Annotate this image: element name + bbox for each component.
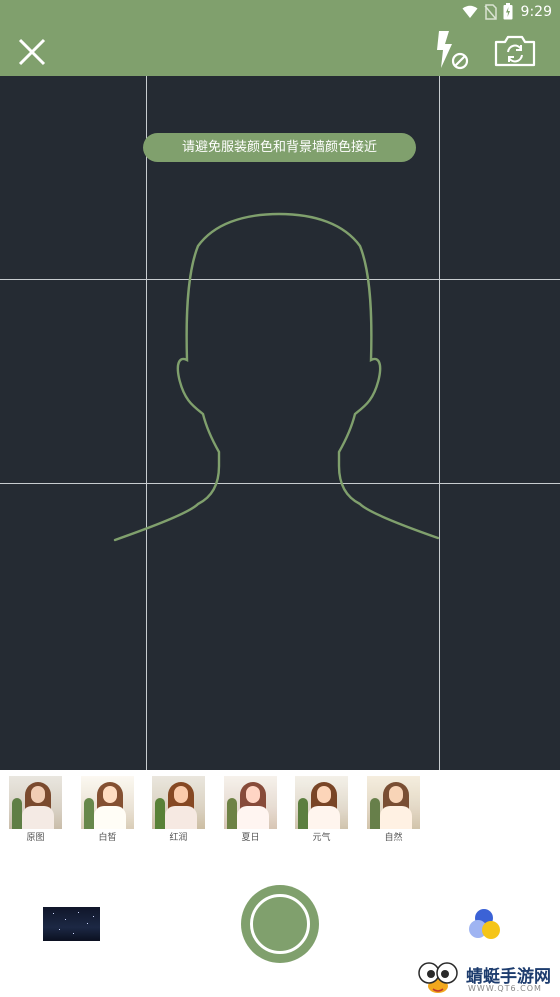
camera-viewfinder[interactable]: 请避免服装颜色和背景墙颜色接近 xyxy=(0,76,560,770)
watermark-url: WWW.QT6.COM xyxy=(468,984,542,993)
shutter-ring xyxy=(250,894,310,954)
camera-controls: 蜻蜓手游网 WWW.QT6.COM xyxy=(0,850,560,997)
status-icons: 9:29 xyxy=(462,3,552,20)
filter-thumbnail xyxy=(152,776,205,829)
filter-label: 白皙 xyxy=(98,833,117,843)
filter-strip: 原图 白皙 红润 夏日 元气 自然 xyxy=(0,770,560,850)
dragonfly-mascot-icon xyxy=(418,962,458,993)
filter-item-fair[interactable]: 白皙 xyxy=(81,776,134,844)
filter-label: 夏日 xyxy=(241,833,260,843)
camera-toolbar xyxy=(0,26,560,76)
watermark-logo: 蜻蜓手游网 WWW.QT6.COM xyxy=(414,960,560,997)
filter-thumbnail xyxy=(224,776,277,829)
flash-off-icon[interactable] xyxy=(428,28,472,72)
battery-icon xyxy=(503,3,513,20)
close-icon[interactable] xyxy=(16,36,48,68)
filter-thumbnail xyxy=(295,776,348,829)
filter-label: 红润 xyxy=(169,833,188,843)
no-sim-icon xyxy=(483,3,497,20)
filter-thumbnail xyxy=(9,776,62,829)
head-outline-guide xyxy=(113,212,440,542)
gallery-thumbnail[interactable] xyxy=(43,907,100,941)
beauty-dots-icon[interactable] xyxy=(468,908,504,942)
filter-thumbnail xyxy=(367,776,420,829)
filter-label: 原图 xyxy=(26,833,45,843)
filter-item-rosy[interactable]: 红润 xyxy=(152,776,205,844)
filter-thumbnail xyxy=(81,776,134,829)
status-time: 9:29 xyxy=(520,3,552,20)
switch-camera-icon[interactable] xyxy=(493,34,537,68)
filter-label: 元气 xyxy=(312,833,331,843)
filter-item-natural[interactable]: 自然 xyxy=(367,776,420,844)
filter-item-original[interactable]: 原图 xyxy=(9,776,62,844)
wifi-icon xyxy=(462,5,478,18)
filter-item-vitality[interactable]: 元气 xyxy=(295,776,348,844)
shutter-button[interactable] xyxy=(241,885,319,963)
tip-banner: 请避免服装颜色和背景墙颜色接近 xyxy=(143,133,416,162)
filter-label: 自然 xyxy=(384,833,403,843)
status-bar: 9:29 xyxy=(0,0,560,26)
filter-item-summer[interactable]: 夏日 xyxy=(224,776,277,844)
